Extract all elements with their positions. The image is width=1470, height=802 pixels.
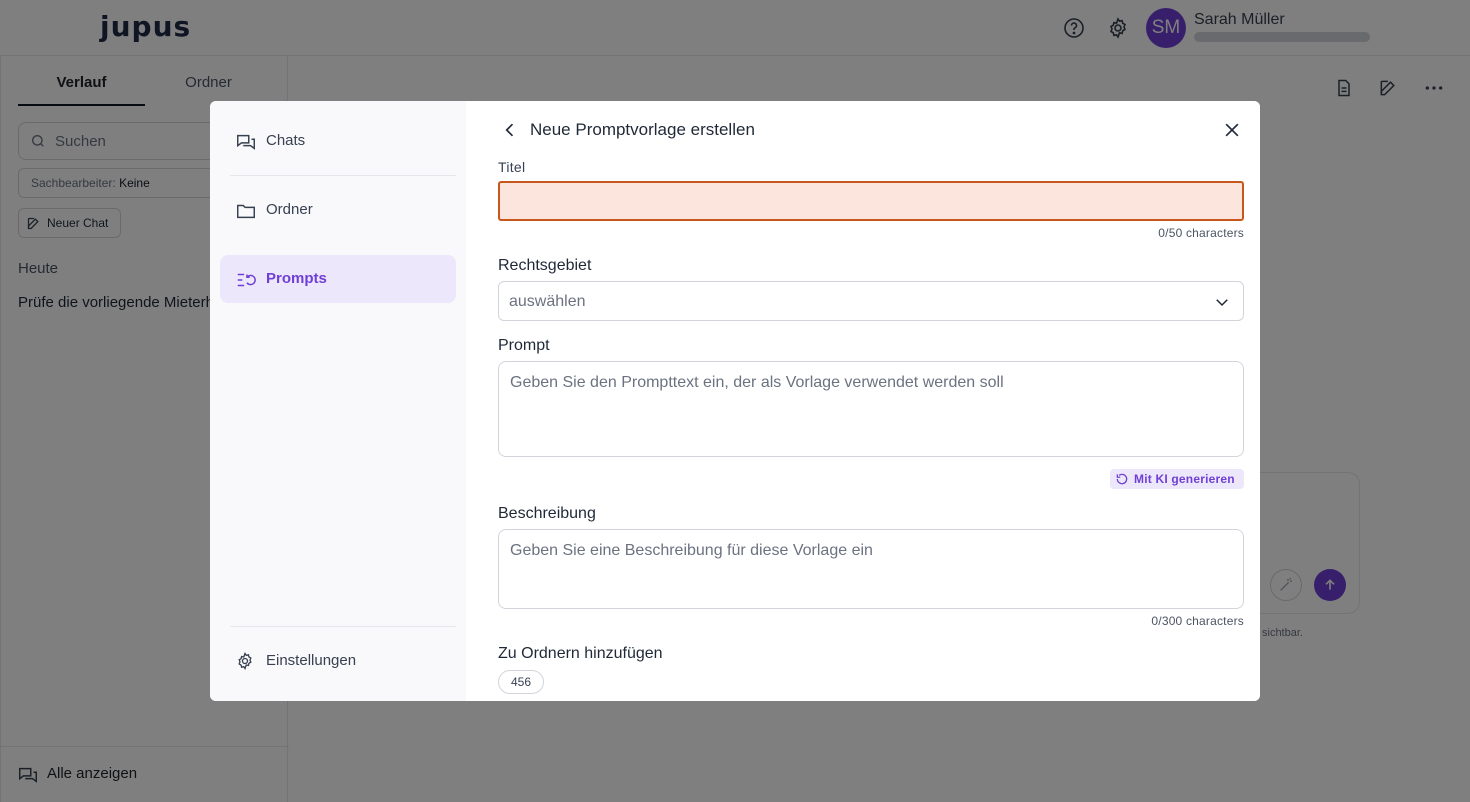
nav-item-folders[interactable]: Ordner [220,186,456,234]
nav-label-prompts: Prompts [266,270,327,287]
nav-divider [230,175,456,176]
nav-label-settings: Einstellungen [266,652,357,669]
legal-area-select[interactable]: auswählen [498,281,1244,321]
description-placeholder: Geben Sie eine Beschreibung für diese Vo… [510,542,873,559]
nav-label-folders: Ordner [266,201,313,218]
legal-area-label: Rechtsgebiet [498,257,592,274]
prompt-textarea[interactable]: Geben Sie den Prompttext ein, der als Vo… [498,361,1244,457]
nav-item-chats[interactable]: Chats [220,117,456,165]
description-textarea[interactable]: Geben Sie eine Beschreibung für diese Vo… [498,529,1244,609]
generate-label: Mit KI generieren [1134,472,1235,486]
add-to-folders-label: Zu Ordnern hinzufügen [498,645,663,662]
modal-content: Neue Promptvorlage erstellen Titel 0/50 … [466,101,1260,701]
chevron-down-icon [1216,299,1228,307]
prompt-placeholder: Geben Sie den Prompttext ein, der als Vo… [510,374,1004,391]
prompt-label: Prompt [498,337,550,354]
chevron-left-icon[interactable] [500,120,520,140]
legal-area-value: auswählen [509,293,586,310]
prompt-list-icon [237,273,256,287]
description-label: Beschreibung [498,505,596,522]
nav-divider [230,626,456,627]
create-prompt-modal: Chats Ordner Prompts Einstellungen Neue … [210,101,1260,701]
generate-with-ai-button[interactable]: Mit KI generieren [1110,469,1244,489]
refresh-icon [1116,473,1128,485]
chats-icon [237,134,255,150]
description-char-counter: 0/300 characters [1151,614,1244,628]
nav-label-chats: Chats [266,132,306,149]
modal-title: Neue Promptvorlage erstellen [530,120,755,139]
folder-icon [237,204,255,219]
modal-sidebar: Chats Ordner Prompts Einstellungen [210,101,466,701]
nav-item-prompts[interactable]: Prompts [220,255,456,303]
close-icon[interactable] [1222,120,1242,140]
title-input[interactable] [498,181,1244,221]
gear-icon [238,652,252,670]
nav-item-settings[interactable]: Einstellungen [220,637,456,685]
title-label: Titel [498,159,526,175]
folder-chip[interactable]: 456 [498,670,544,694]
title-char-counter: 0/50 characters [1158,226,1244,240]
